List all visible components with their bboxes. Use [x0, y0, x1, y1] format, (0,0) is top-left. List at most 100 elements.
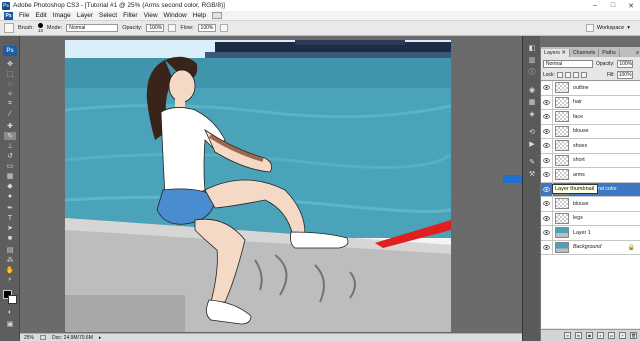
layer-thumbnail[interactable] — [555, 82, 569, 94]
eye-icon[interactable] — [541, 240, 553, 255]
layer-thumbnail[interactable] — [555, 227, 569, 239]
airbrush-icon[interactable] — [219, 24, 228, 32]
brushes-icon[interactable]: ✎ — [526, 158, 538, 166]
mode-select[interactable]: Normal — [66, 24, 119, 32]
menu-view[interactable]: View — [144, 12, 158, 19]
layer-row[interactable]: Layer 1 — [541, 225, 640, 241]
info-icon[interactable]: ⓘ — [526, 68, 538, 76]
history-brush-tool-icon[interactable]: ↺ — [4, 152, 16, 160]
slice-tool-icon[interactable]: ⁄ — [4, 110, 16, 118]
marquee-tool-icon[interactable]: ⬚ — [4, 70, 16, 78]
zoom-level[interactable]: 25% — [24, 335, 34, 341]
link-layers-icon[interactable]: ∞ — [564, 332, 571, 339]
dodge-tool-icon[interactable]: ● — [4, 192, 16, 200]
maximize-button[interactable]: □ — [604, 0, 622, 11]
menu-filter[interactable]: Filter — [123, 12, 137, 19]
swatches-icon[interactable]: ▦ — [526, 98, 538, 106]
layer-thumbnail[interactable] — [555, 111, 569, 123]
layer-row[interactable]: blouse — [541, 124, 640, 139]
eye-icon[interactable] — [541, 167, 553, 182]
bridge-icon[interactable] — [212, 12, 223, 19]
adjustment-layer-icon[interactable]: ◐ — [597, 332, 604, 339]
lock-pixels-icon[interactable] — [564, 71, 571, 78]
eye-icon[interactable] — [541, 124, 553, 139]
layer-thumbnail[interactable] — [555, 125, 569, 137]
layer-row[interactable]: outline — [541, 80, 640, 96]
brush-picker[interactable]: 13 — [37, 23, 43, 33]
screen-mode-icon[interactable]: ▣ — [4, 320, 16, 328]
flow-field[interactable]: 100% — [197, 24, 216, 32]
eyedropper-tool-icon[interactable]: ⁂ — [4, 256, 16, 264]
new-layer-icon[interactable]: + — [619, 332, 626, 339]
quick-mask-icon[interactable]: ◐ — [4, 308, 16, 316]
doc-size[interactable]: Doc: 24.9M/70.6M — [52, 335, 93, 341]
menu-select[interactable]: Select — [99, 12, 117, 19]
color-icon[interactable]: ◉ — [526, 86, 538, 94]
eye-icon[interactable] — [541, 138, 553, 153]
tool-presets-icon[interactable]: ⚒ — [526, 170, 538, 178]
magic-wand-tool-icon[interactable]: ✧ — [4, 90, 16, 98]
histogram-icon[interactable]: ▥ — [526, 56, 538, 64]
layer-opacity-field[interactable]: 100% — [617, 59, 634, 68]
type-tool-icon[interactable]: T — [4, 214, 16, 222]
lasso-tool-icon[interactable]: ◌ — [4, 80, 16, 88]
delete-layer-icon[interactable]: 🗑 — [630, 332, 637, 339]
layer-thumbnail[interactable] — [555, 169, 569, 181]
move-tool-icon[interactable]: ✥ — [4, 60, 16, 68]
chevron-right-icon[interactable]: ▸ — [99, 335, 102, 341]
tab-paths[interactable]: Paths — [599, 49, 620, 57]
menu-edit[interactable]: Edit — [35, 12, 46, 19]
gradient-tool-icon[interactable]: ▦ — [4, 172, 16, 180]
eye-icon[interactable] — [541, 109, 553, 124]
layer-row[interactable]: arms — [541, 167, 640, 183]
lock-all-icon[interactable] — [580, 71, 587, 78]
fill-field[interactable]: 100% — [616, 70, 633, 79]
layer-row[interactable]: blouse — [541, 196, 640, 212]
layer-thumbnail[interactable] — [555, 96, 569, 108]
menu-image[interactable]: Image — [53, 12, 71, 19]
document-canvas[interactable] — [65, 40, 451, 332]
menu-file[interactable]: File — [19, 12, 29, 19]
tab-layers[interactable]: Layers ✕ — [541, 49, 570, 57]
history-icon[interactable]: ⟲ — [526, 128, 538, 136]
layer-thumbnail[interactable] — [555, 198, 569, 210]
close-button[interactable]: ✕ — [622, 0, 640, 11]
shape-tool-icon[interactable]: ■ — [4, 234, 16, 242]
eye-icon[interactable] — [541, 225, 553, 240]
lock-position-icon[interactable] — [572, 71, 579, 78]
eye-icon[interactable] — [541, 211, 553, 226]
blend-mode-select[interactable]: Normal — [543, 59, 593, 68]
eraser-tool-icon[interactable]: ▭ — [4, 162, 16, 170]
eye-icon[interactable] — [541, 153, 553, 168]
menu-layer[interactable]: Layer — [77, 12, 93, 19]
layer-style-icon[interactable]: fx — [575, 332, 582, 339]
lock-transparency-icon[interactable] — [556, 71, 563, 78]
brush-tool-icon[interactable]: ✎ — [4, 132, 16, 140]
layer-thumbnail[interactable] — [555, 212, 569, 224]
hand-tool-icon[interactable]: ✋ — [4, 266, 16, 274]
notes-tool-icon[interactable]: ▤ — [4, 246, 16, 254]
layer-thumbnail[interactable] — [555, 154, 569, 166]
minimize-button[interactable]: – — [586, 0, 604, 11]
layer-row[interactable]: legs — [541, 211, 640, 226]
pen-tool-icon[interactable]: ✒ — [4, 204, 16, 212]
tab-channels[interactable]: Channels — [570, 49, 600, 57]
layer-row[interactable]: face — [541, 109, 640, 125]
styles-icon[interactable]: ◈ — [526, 110, 538, 118]
layer-row[interactable]: Background 🔒 — [541, 240, 640, 255]
crop-tool-icon[interactable]: ⌗ — [4, 100, 16, 108]
opacity-field[interactable]: 100% — [146, 24, 165, 32]
healing-brush-tool-icon[interactable]: ✚ — [4, 122, 16, 130]
eye-icon[interactable] — [541, 196, 553, 211]
background-color-swatch[interactable] — [8, 295, 17, 304]
add-mask-icon[interactable]: ◙ — [586, 332, 593, 339]
eye-icon[interactable] — [541, 80, 553, 95]
blur-tool-icon[interactable]: ◆ — [4, 182, 16, 190]
layer-row[interactable]: short — [541, 153, 640, 168]
panel-menu-icon[interactable]: ≡ — [634, 49, 640, 57]
pressure-opacity-icon[interactable] — [168, 24, 177, 32]
layer-row[interactable]: shoes — [541, 138, 640, 154]
layer-row[interactable]: hair — [541, 95, 640, 110]
workspace-menu[interactable]: Workspace ▾ — [585, 24, 630, 32]
clone-stamp-tool-icon[interactable]: ⊥ — [4, 142, 16, 150]
